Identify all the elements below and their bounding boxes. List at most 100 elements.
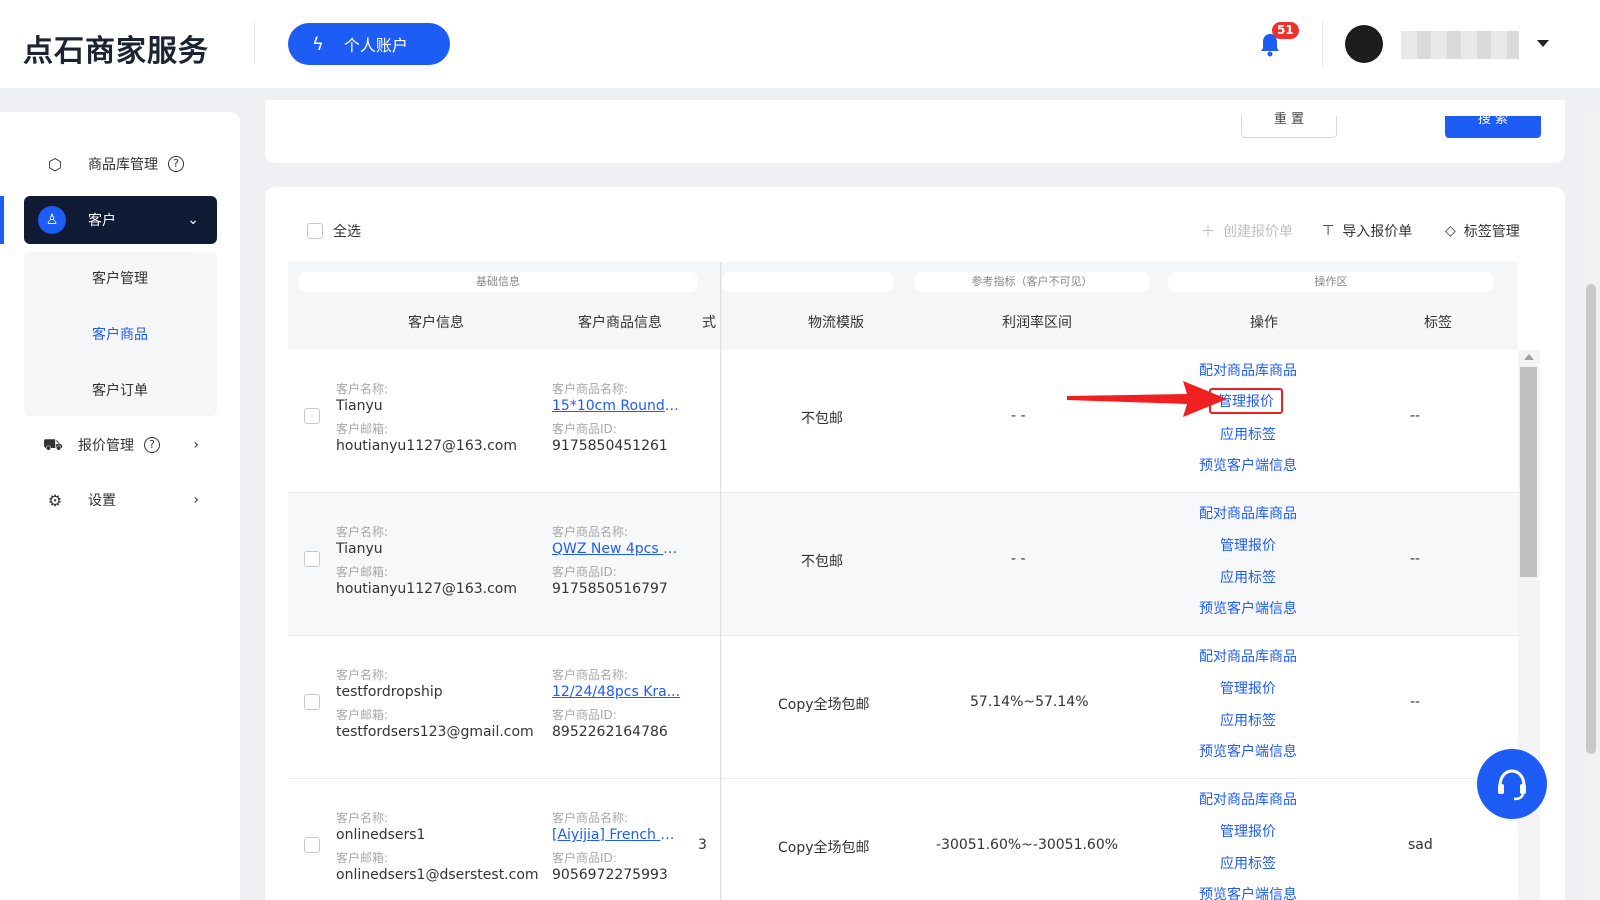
table-row[interactable]: 客户名称: onlinedsers1 客户邮箱: onlinedsers1@ds… [288, 779, 1518, 900]
select-all-checkbox[interactable] [307, 223, 323, 239]
help-icon[interactable]: ? [168, 156, 184, 172]
username-blurred[interactable] [1401, 31, 1519, 59]
tag-cell: -- [1410, 551, 1421, 567]
customer-name-label: 客户名称: [336, 668, 389, 682]
avatar[interactable] [1345, 25, 1383, 63]
customer-email: houtianyu1127@163.com [336, 581, 518, 597]
import-quote-label: 导入报价单 [1342, 224, 1413, 240]
product-id: 9175850451261 [552, 438, 668, 454]
product-id-label: 客户商品ID: [552, 422, 617, 436]
row-checkbox[interactable] [304, 408, 320, 424]
tag-manage-button[interactable]: ◇ 标签管理 [1445, 221, 1520, 241]
product-id: 9056972275993 [552, 867, 668, 883]
sidebar-item-product-library[interactable]: ⬡ 商品库管理 ? [24, 140, 217, 188]
personal-account-button[interactable]: ϟ 个人账户 [288, 23, 450, 65]
apply-tag-link[interactable]: 应用标签 [1220, 424, 1276, 444]
partial-cell: 3 [698, 837, 707, 853]
sidebar-item-quote-manage[interactable]: ⛟ 报价管理 ? › [24, 421, 217, 469]
product-name-link[interactable]: QWZ New 4pcs B... [552, 541, 682, 557]
margin-range: 57.14%~57.14% [970, 694, 1089, 710]
truck-icon: ⛟ [42, 434, 64, 454]
table-row[interactable]: 客户名称: Tianyu 客户邮箱: houtianyu1127@163.com… [288, 493, 1518, 636]
preview-client-link[interactable]: 预览客户端信息 [1199, 455, 1297, 475]
sidebar-item-label: 设置 [88, 493, 116, 509]
headset-icon [1498, 769, 1526, 801]
divider [254, 22, 255, 64]
submenu-customer-products[interactable]: 客户商品 [92, 324, 148, 344]
search-button[interactable]: 搜 索 [1445, 113, 1541, 138]
customer-email: houtianyu1127@163.com [336, 438, 518, 454]
product-name-link[interactable]: 15*10cm Round ... [552, 398, 682, 414]
customer-email-label: 客户邮箱: [336, 851, 389, 865]
gear-icon: ⚙ [47, 490, 63, 510]
customer-name-label: 客户名称: [336, 811, 389, 825]
product-id-label: 客户商品ID: [552, 565, 617, 579]
lightning-icon: ϟ [312, 33, 324, 55]
divider [1322, 22, 1323, 66]
manage-quote-link[interactable]: 管理报价 [1220, 535, 1276, 555]
match-product-link[interactable]: 配对商品库商品 [1199, 503, 1297, 523]
product-name-label: 客户商品名称: [552, 811, 629, 825]
shipping-template: Copy全场包邮 [778, 840, 870, 856]
product-id: 9175850516797 [552, 581, 668, 597]
match-product-link[interactable]: 配对商品库商品 [1199, 646, 1297, 666]
customer-products-table: 基础信息 参考指标（客户不可见） 操作区 客户信息 客户商品信息 式 物流模版 … [288, 262, 1543, 900]
table-row[interactable]: 客户名称: Tianyu 客户邮箱: houtianyu1127@163.com… [288, 350, 1518, 493]
manage-quote-link[interactable]: 管理报价 [1220, 678, 1276, 698]
customer-name-label: 客户名称: [336, 382, 389, 396]
caret-down-icon[interactable] [1537, 40, 1549, 47]
preview-client-link[interactable]: 预览客户端信息 [1199, 598, 1297, 618]
sidebar-item-label: 客户 [88, 213, 116, 229]
table-toolbar: 全选 ＋ 创建报价单 ⊤ 导入报价单 ◇ 标签管理 [265, 217, 1565, 247]
sidebar-item-customer[interactable]: ♙ 客户 ⌄ [24, 196, 217, 244]
sidebar-item-settings[interactable]: ⚙ 设置 › [24, 476, 217, 524]
chevron-down-icon: ⌄ [187, 212, 199, 228]
customer-support-button[interactable] [1477, 749, 1547, 819]
table-scrollbar-thumb[interactable] [1520, 367, 1537, 577]
reset-button[interactable]: 重 置 [1241, 113, 1337, 138]
column-header-margin-range: 利润率区间 [1002, 315, 1072, 331]
create-quote-button[interactable]: ＋ 创建报价单 [1201, 221, 1293, 241]
product-name-link[interactable]: [Aiyijia] French St... [552, 827, 682, 843]
product-name-label: 客户商品名称: [552, 382, 629, 396]
row-checkbox[interactable] [304, 551, 320, 567]
apply-tag-link[interactable]: 应用标签 [1220, 853, 1276, 873]
column-header-customer-info: 客户信息 [408, 315, 464, 331]
row-checkbox[interactable] [304, 837, 320, 853]
submenu-customer-orders[interactable]: 客户订单 [92, 380, 148, 400]
preview-client-link[interactable]: 预览客户端信息 [1199, 741, 1297, 761]
customer-email-label: 客户邮箱: [336, 708, 389, 722]
import-quote-button[interactable]: ⊤ 导入报价单 [1322, 221, 1412, 241]
match-product-link[interactable]: 配对商品库商品 [1199, 789, 1297, 809]
select-all-label: 全选 [333, 224, 361, 240]
column-header-tags: 标签 [1424, 315, 1452, 331]
chevron-right-icon: › [193, 492, 199, 508]
preview-client-link[interactable]: 预览客户端信息 [1199, 884, 1297, 900]
row-checkbox[interactable] [304, 694, 320, 710]
search-panel: 重 置 搜 索 [265, 100, 1565, 163]
select-all[interactable]: 全选 [307, 221, 361, 241]
help-icon[interactable]: ? [144, 437, 160, 453]
group-header-basic: 基础信息 [298, 272, 698, 292]
top-header: 点石商家服务 ϟ 个人账户 51 [0, 0, 1600, 88]
tag-cell: sad [1408, 837, 1433, 853]
scroll-up-arrow-icon[interactable] [1524, 354, 1534, 360]
notification-badge: 51 [1272, 22, 1299, 39]
table-row[interactable]: 客户名称: testfordropship 客户邮箱: testfordsers… [288, 636, 1518, 779]
submenu-customer-manage[interactable]: 客户管理 [92, 268, 148, 288]
shipping-template: 不包邮 [801, 554, 843, 570]
tag-cell: -- [1410, 408, 1421, 424]
group-header-hidden [722, 272, 894, 292]
sidebar-item-label: 商品库管理 [88, 157, 158, 173]
apply-tag-link[interactable]: 应用标签 [1220, 710, 1276, 730]
customer-submenu: 客户管理 客户商品 客户订单 [24, 252, 217, 416]
annotation-arrow-icon [1067, 381, 1227, 417]
match-product-link[interactable]: 配对商品库商品 [1199, 360, 1297, 380]
column-header-shipping-template: 物流模版 [808, 315, 864, 331]
customer-email-label: 客户邮箱: [336, 422, 389, 436]
manage-quote-link[interactable]: 管理报价 [1220, 821, 1276, 841]
page-scrollbar-thumb[interactable] [1586, 284, 1596, 754]
app-logo[interactable]: 点石商家服务 [23, 26, 209, 70]
product-name-link[interactable]: 12/24/48pcs Kra... [552, 684, 682, 700]
apply-tag-link[interactable]: 应用标签 [1220, 567, 1276, 587]
